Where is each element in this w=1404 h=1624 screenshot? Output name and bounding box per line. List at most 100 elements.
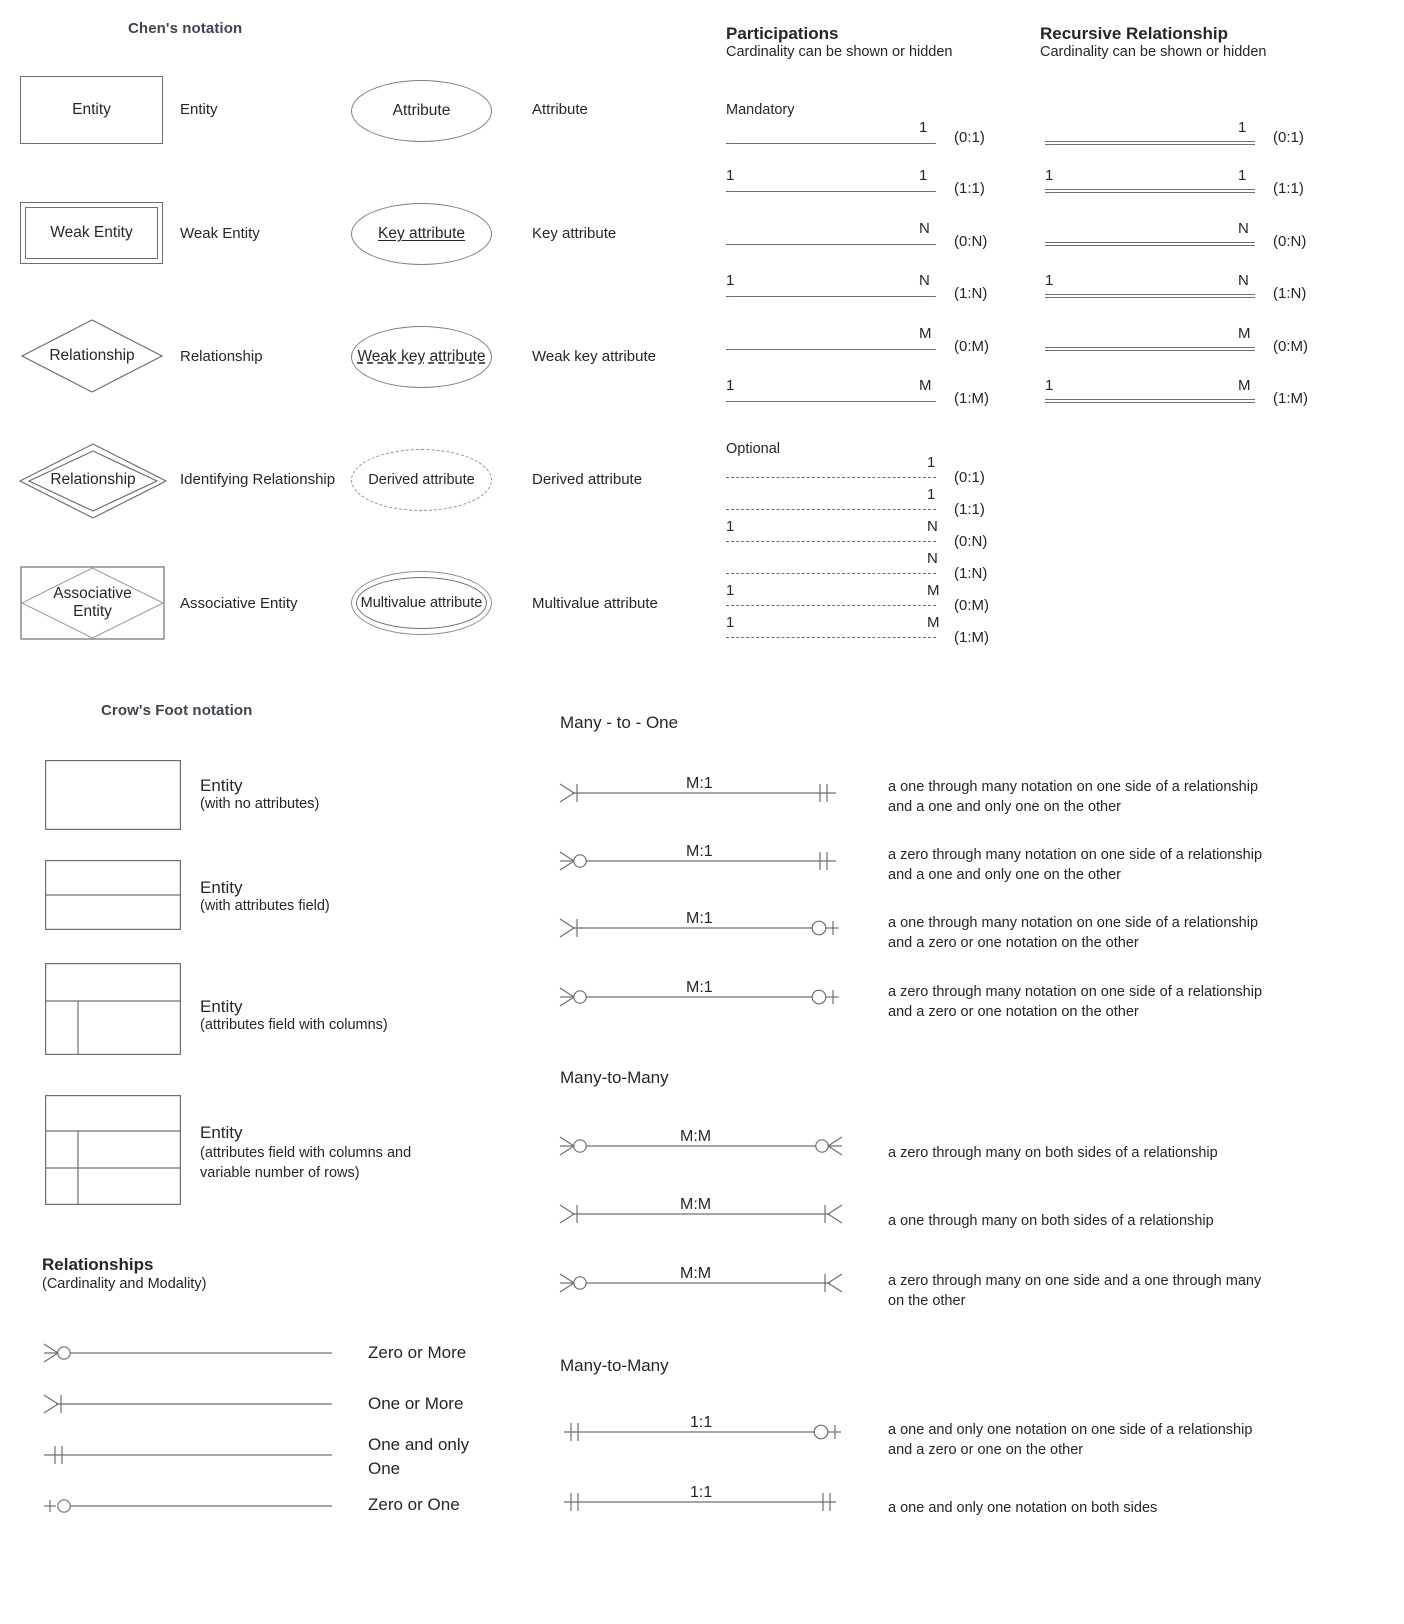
recursive-double-line bbox=[1045, 189, 1255, 193]
chen-shape-attribute: Attribute bbox=[351, 80, 492, 142]
cardinality-label: (0:N) bbox=[1273, 233, 1307, 250]
card-right: N bbox=[1238, 220, 1249, 237]
crowsfoot-entity-columns-rows-label: Entity (attributes field with columns an… bbox=[200, 1123, 411, 1183]
chen-shape-derived-attribute-text: Derived attribute bbox=[368, 472, 475, 488]
card-right: N bbox=[927, 550, 938, 567]
participation-line-dashed bbox=[726, 605, 936, 606]
chen-label-identifying-relationship: Identifying Relationship bbox=[180, 471, 336, 488]
chen-shape-associative-entity-text: Associative Entity bbox=[53, 585, 132, 620]
chen-shape-entity-text: Entity bbox=[72, 101, 111, 118]
cardinality-label: (1:M) bbox=[954, 390, 989, 407]
card-left: 1 bbox=[726, 167, 735, 184]
cardinality-label: (1:N) bbox=[954, 285, 988, 302]
relationship-label-zero-or-one: Zero or One bbox=[368, 1495, 460, 1514]
chen-shape-relationship-text: Relationship bbox=[49, 347, 135, 364]
relationship-label-one-and-only-one: One and only One bbox=[368, 1435, 470, 1478]
card-left: 1 bbox=[726, 582, 735, 599]
participations-title: Participations bbox=[726, 24, 839, 43]
many-to-one-line-0 bbox=[558, 780, 848, 806]
chen-shape-weak-key-attribute: Weak key attribute bbox=[351, 326, 492, 388]
card-right: N bbox=[919, 220, 930, 237]
chen-shape-weak-key-attribute-text: Weak key attribute bbox=[357, 348, 486, 365]
crowsfoot-entity-attributes-field-label: Entity (with attributes field) bbox=[200, 878, 330, 914]
many-to-many-line-0 bbox=[558, 1133, 848, 1159]
many-to-one-desc-0: a one through many notation on one side … bbox=[888, 779, 1259, 815]
chen-shape-weak-entity-text: Weak Entity bbox=[50, 224, 133, 241]
chen-shape-multivalue-attribute-text: Multivalue attribute bbox=[360, 595, 483, 611]
chen-label-weak-entity: Weak Entity bbox=[180, 225, 260, 242]
chen-shape-derived-attribute: Derived attribute bbox=[351, 449, 492, 511]
chen-label-multivalue-attribute: Multivalue attribute bbox=[532, 595, 658, 612]
cardinality-label: (0:1) bbox=[954, 129, 985, 146]
participation-line-dashed bbox=[726, 477, 936, 478]
participation-line-dashed bbox=[726, 541, 936, 542]
many-to-many-desc-1: a one through many on both sides of a re… bbox=[888, 1213, 1214, 1229]
card-left: 1 bbox=[726, 377, 735, 394]
crowsfoot-entity-no-attributes-label: Entity (with no attributes) bbox=[200, 776, 319, 812]
relationships-subtitle: (Cardinality and Modality) bbox=[42, 1276, 207, 1292]
entity-title: Entity bbox=[200, 878, 243, 897]
card-right: 1 bbox=[1238, 167, 1247, 184]
cardinality-label: (1:M) bbox=[954, 629, 989, 646]
relationship-symbol-zero-or-one bbox=[42, 1493, 332, 1519]
cardinality-label: (1:N) bbox=[954, 565, 988, 582]
card-right: M bbox=[1238, 377, 1251, 394]
cardinality-label: (0:N) bbox=[954, 533, 988, 550]
entity-title: Entity bbox=[200, 1123, 243, 1142]
crowsfoot-notation-title: Crow's Foot notation bbox=[101, 702, 253, 719]
relationship-label-one-or-more: One or More bbox=[368, 1394, 464, 1413]
card-left: 1 bbox=[726, 518, 735, 535]
many-to-many-title-2: Many-to-Many bbox=[560, 1356, 669, 1375]
recursive-double-line bbox=[1045, 399, 1255, 403]
cardinality-label: (0:N) bbox=[954, 233, 988, 250]
participation-line bbox=[726, 244, 936, 245]
many-to-many-line-2 bbox=[558, 1270, 848, 1296]
relationship-symbol-one-or-more bbox=[42, 1391, 332, 1417]
card-right: M bbox=[927, 582, 940, 599]
card-left: 1 bbox=[1045, 272, 1054, 289]
card-right: N bbox=[1238, 272, 1249, 289]
participation-line bbox=[726, 401, 936, 402]
many-to-one-line-1 bbox=[558, 848, 848, 874]
chen-label-attribute: Attribute bbox=[532, 101, 588, 118]
chen-shape-key-attribute-text: Key attribute bbox=[377, 225, 466, 242]
participation-line bbox=[726, 296, 936, 297]
cardinality-label: (0:1) bbox=[954, 469, 985, 486]
relationship-symbol-zero-or-more bbox=[42, 1340, 332, 1366]
chen-label-entity: Entity bbox=[180, 101, 218, 118]
relationship-symbol-one-and-only-one bbox=[42, 1442, 332, 1468]
many-to-one-desc-3: a zero through many notation on one side… bbox=[888, 984, 1263, 1020]
recursive-double-line bbox=[1045, 141, 1255, 145]
many-to-many-desc-0: a zero through many on both sides of a r… bbox=[888, 1145, 1218, 1161]
card-right: N bbox=[927, 518, 938, 535]
participation-line-dashed bbox=[726, 637, 936, 638]
cardinality-label: (0:M) bbox=[954, 338, 989, 355]
one-to-one-line-0 bbox=[558, 1419, 848, 1445]
chen-shape-identifying-relationship-text: Relationship bbox=[50, 471, 136, 488]
entity-note: (attributes field with columns and variab… bbox=[200, 1145, 412, 1181]
participations-subtitle: Cardinality can be shown or hidden bbox=[726, 44, 953, 60]
participation-line bbox=[726, 191, 936, 192]
entity-note: (with no attributes) bbox=[200, 796, 320, 812]
many-to-one-desc-2: a one through many notation on one side … bbox=[888, 915, 1259, 951]
participation-line bbox=[726, 349, 936, 350]
card-left: 1 bbox=[726, 272, 735, 289]
cardinality-label: (0:M) bbox=[1273, 338, 1308, 355]
card-right: 1 bbox=[927, 486, 936, 503]
chen-label-key-attribute: Key attribute bbox=[532, 225, 617, 242]
card-right: N bbox=[919, 272, 930, 289]
card-right: 1 bbox=[1238, 119, 1247, 136]
entity-note: (attributes field with columns) bbox=[200, 1017, 388, 1033]
participation-line-dashed bbox=[726, 573, 936, 574]
crowsfoot-entity-no-attributes bbox=[45, 760, 182, 831]
cardinality-label: (0:M) bbox=[954, 597, 989, 614]
cardinality-label: (1:M) bbox=[1273, 390, 1308, 407]
chen-shape-multivalue-attribute: Multivalue attribute bbox=[351, 571, 492, 635]
crowsfoot-entity-attributes-field bbox=[45, 860, 182, 931]
recursive-double-line bbox=[1045, 347, 1255, 351]
relationship-label-zero-or-more: Zero or More bbox=[368, 1343, 467, 1362]
many-to-many-title: Many-to-Many bbox=[560, 1068, 669, 1087]
chen-label-weak-key-attribute: Weak key attribute bbox=[532, 348, 656, 365]
chen-label-associative-entity: Associative Entity bbox=[180, 595, 298, 612]
mandatory-label: Mandatory bbox=[726, 102, 795, 118]
